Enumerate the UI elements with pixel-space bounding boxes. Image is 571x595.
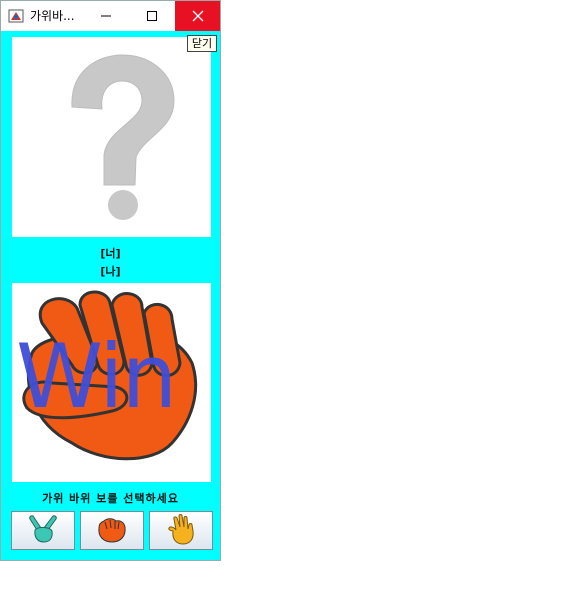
opponent-label: [너]: [100, 247, 121, 260]
window-title: 가위바...: [30, 9, 75, 23]
java-app-icon: [8, 8, 24, 24]
close-icon: [192, 7, 204, 26]
minimize-icon: [100, 7, 112, 26]
opponent-choice-panel: [12, 37, 211, 237]
paper-button[interactable]: [149, 511, 213, 550]
instruction-text: 가위 바위 보를 선택하세요: [42, 492, 179, 505]
game-window: 가위바... 닫기 [너] [나] Win 가위 바위 보를 선택하세요: [0, 0, 221, 561]
player-choice-panel: Win: [12, 283, 211, 482]
rock-button[interactable]: [80, 511, 144, 550]
maximize-icon: [146, 7, 158, 26]
maximize-button[interactable]: [129, 1, 175, 31]
title-bar[interactable]: 가위바...: [1, 1, 220, 31]
rock-fist-icon: [95, 514, 129, 548]
minimize-button[interactable]: [83, 1, 129, 31]
question-mark-image: [12, 54, 211, 241]
paper-hand-icon: [164, 513, 198, 549]
scissors-hand-icon: [26, 514, 60, 548]
scissors-button[interactable]: [11, 511, 75, 550]
win-result-text: Win: [16, 325, 177, 428]
player-label: [나]: [100, 265, 121, 278]
close-window-button[interactable]: [175, 1, 220, 31]
close-tooltip-button[interactable]: 닫기: [187, 35, 217, 52]
